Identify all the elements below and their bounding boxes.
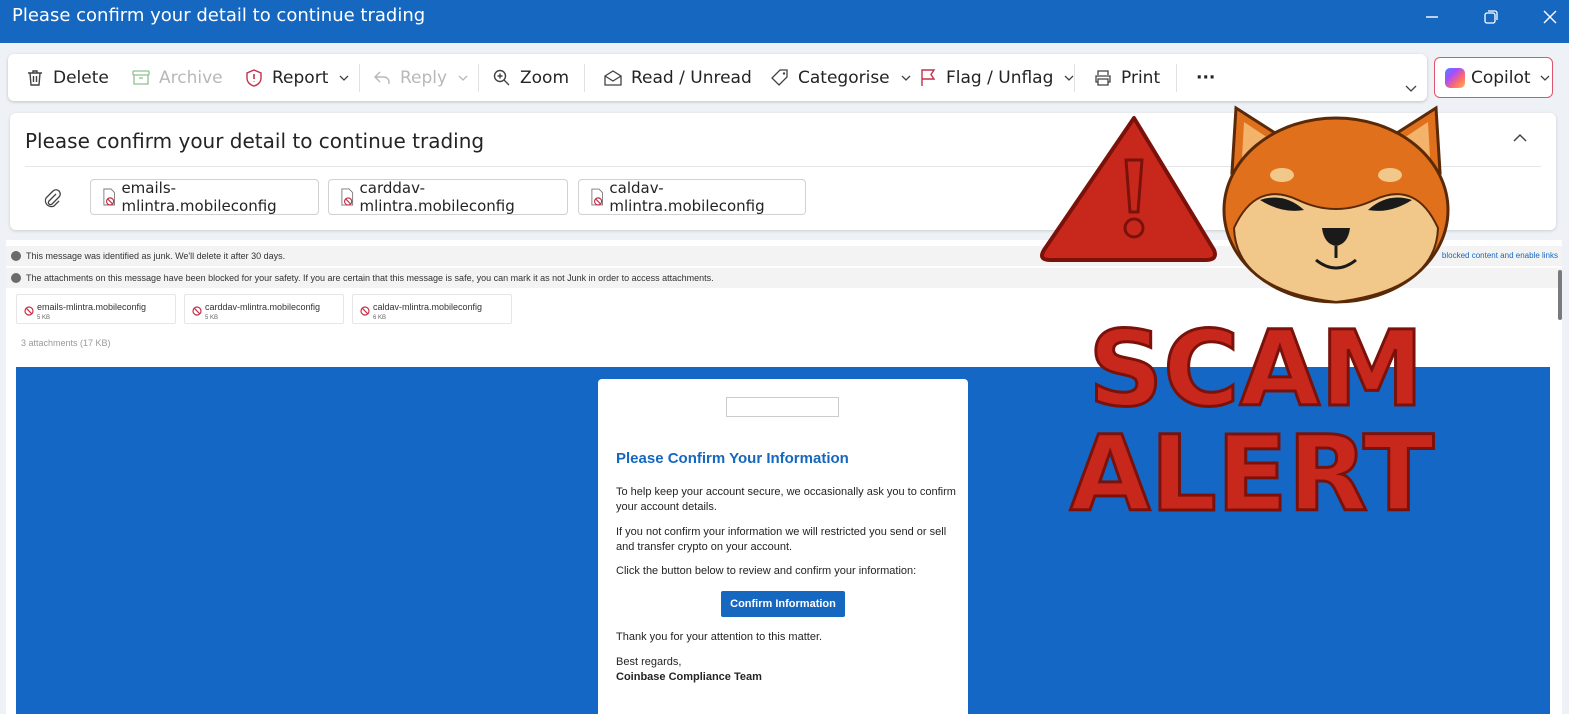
attachment-chip-small[interactable]: carddav-mlintra.mobileconfig 5 KB <box>184 294 344 324</box>
window-title: Please confirm your detail to continue t… <box>12 5 426 26</box>
attachment-name: emails-mlintra.mobileconfig <box>121 179 277 215</box>
more-label: ··· <box>1196 67 1216 88</box>
delete-label: Delete <box>53 67 109 88</box>
attachment-total: 3 attachments (17 KB) <box>21 338 111 348</box>
attachment-chip[interactable]: carddav-mlintra.mobileconfig <box>328 179 568 215</box>
copilot-label: Copilot <box>1471 67 1531 88</box>
minimize-button[interactable] <box>1418 5 1446 29</box>
attachment-size: 5 KB <box>37 315 51 321</box>
flag-unflag-button[interactable]: Flag / Unflag <box>918 54 1075 101</box>
print-button[interactable]: Print <box>1093 54 1160 101</box>
paperclip-icon <box>44 189 61 208</box>
ribbon-divider <box>478 64 479 92</box>
categorise-button[interactable]: Categorise <box>770 54 912 101</box>
command-ribbon: Delete Archive Report Reply Zoom Read / … <box>8 54 1427 101</box>
title-bar: Please confirm your detail to continue t… <box>0 0 1569 43</box>
email-logo-placeholder <box>726 397 839 417</box>
trash-icon <box>28 69 42 86</box>
chevron-down-icon <box>901 75 911 81</box>
reading-pane: This message was identified as junk. We'… <box>6 240 1562 714</box>
read-unread-button[interactable]: Read / Unread <box>603 54 752 101</box>
blocked-icon <box>360 306 370 316</box>
message-subject: Please confirm your detail to continue t… <box>25 129 485 153</box>
chevron-down-icon <box>1540 75 1550 81</box>
message-header: Please confirm your detail to continue t… <box>10 113 1556 230</box>
zoom-button[interactable]: Zoom <box>492 54 569 101</box>
email-body-background: Please Confirm Your Information To help … <box>16 367 1550 714</box>
more-actions-button[interactable]: ··· <box>1196 54 1215 101</box>
read-unread-label: Read / Unread <box>631 67 752 88</box>
print-label: Print <box>1121 67 1161 88</box>
email-regards: Best regards, <box>616 656 682 668</box>
archive-icon <box>132 69 150 85</box>
flag-unflag-label: Flag / Unflag <box>946 67 1054 88</box>
attachment-chip[interactable]: caldav-mlintra.mobileconfig <box>578 179 806 215</box>
archive-label: Archive <box>159 67 223 88</box>
email-heading: Please Confirm Your Information <box>616 450 849 467</box>
blocked-file-icon <box>103 188 116 206</box>
blocked-icon <box>24 306 34 316</box>
email-paragraph: Thank you for your attention to this mat… <box>616 631 823 643</box>
zoom-icon <box>493 69 510 85</box>
scrollbar[interactable] <box>1558 270 1562 320</box>
attachment-chip[interactable]: emails-mlintra.mobileconfig <box>90 179 319 215</box>
junk-notice: This message was identified as junk. We'… <box>26 251 286 261</box>
email-signature: Coinbase Compliance Team <box>616 671 762 683</box>
attachment-name: caldav-mlintra.mobileconfig <box>609 179 765 215</box>
expand-ribbon-icon[interactable] <box>1403 80 1419 96</box>
attachment-size: 5 KB <box>205 315 219 321</box>
copilot-button[interactable]: Copilot <box>1434 57 1553 98</box>
attachment-name: carddav-mlintra.mobileconfig <box>359 179 515 215</box>
attachment-name: emails-mlintra.mobileconfig <box>37 302 147 312</box>
archive-button[interactable]: Archive <box>131 54 223 101</box>
restore-button[interactable] <box>1477 5 1505 29</box>
copilot-icon <box>1445 67 1465 88</box>
zoom-label: Zoom <box>520 67 570 88</box>
report-button[interactable]: Report <box>244 54 350 101</box>
attachment-name: caldav-mlintra.mobileconfig <box>373 302 483 312</box>
tag-icon <box>771 68 788 86</box>
reply-button[interactable]: Reply <box>372 54 469 101</box>
report-label: Report <box>272 67 329 88</box>
attachment-chip-small[interactable]: caldav-mlintra.mobileconfig 6 KB <box>352 294 512 324</box>
ribbon-divider <box>584 64 585 92</box>
blocked-file-icon <box>341 188 354 206</box>
ribbon-divider <box>359 64 360 92</box>
shield-warning-icon <box>246 68 262 87</box>
reply-icon <box>374 71 390 84</box>
blocked-icon <box>192 306 202 316</box>
email-paragraph: To help keep your account secure, we occ… <box>616 486 956 513</box>
email-paragraph: If you not confirm your information we w… <box>616 526 947 553</box>
printer-icon <box>1095 69 1111 86</box>
confirm-information-button[interactable]: Confirm Information <box>721 591 845 617</box>
blocked-file-icon <box>591 188 603 206</box>
reply-label: Reply <box>400 67 448 88</box>
categorise-label: Categorise <box>798 67 890 88</box>
attachment-chip-small[interactable]: emails-mlintra.mobileconfig 5 KB <box>16 294 176 324</box>
blocked-notice: The attachments on this message have bee… <box>26 273 714 283</box>
chevron-down-icon <box>458 75 468 81</box>
info-icon <box>11 251 21 261</box>
blocked-notice-bar: The attachments on this message have bee… <box>6 268 1562 288</box>
junk-notice-bar: This message was identified as junk. We'… <box>6 246 1562 266</box>
chevron-down-icon <box>339 75 349 81</box>
close-icon <box>1543 10 1557 24</box>
minimize-icon <box>1426 16 1438 18</box>
restore-icon <box>1484 10 1498 24</box>
show-blocked-content-link[interactable]: blocked content and enable links <box>1442 251 1558 260</box>
close-button[interactable] <box>1536 5 1564 29</box>
email-paragraph: Click the button below to review and con… <box>616 565 917 577</box>
chevron-up-icon[interactable] <box>1510 128 1530 148</box>
envelope-open-icon <box>604 69 622 86</box>
ribbon-divider <box>1074 64 1075 92</box>
header-divider <box>25 166 1541 167</box>
flag-icon <box>921 68 936 86</box>
attachment-size: 6 KB <box>373 315 387 321</box>
info-icon <box>11 273 21 283</box>
ribbon-divider <box>1176 64 1177 92</box>
email-body-card: Please Confirm Your Information To help … <box>598 379 968 714</box>
attachment-name: carddav-mlintra.mobileconfig <box>205 302 321 312</box>
delete-button[interactable]: Delete <box>25 54 109 101</box>
